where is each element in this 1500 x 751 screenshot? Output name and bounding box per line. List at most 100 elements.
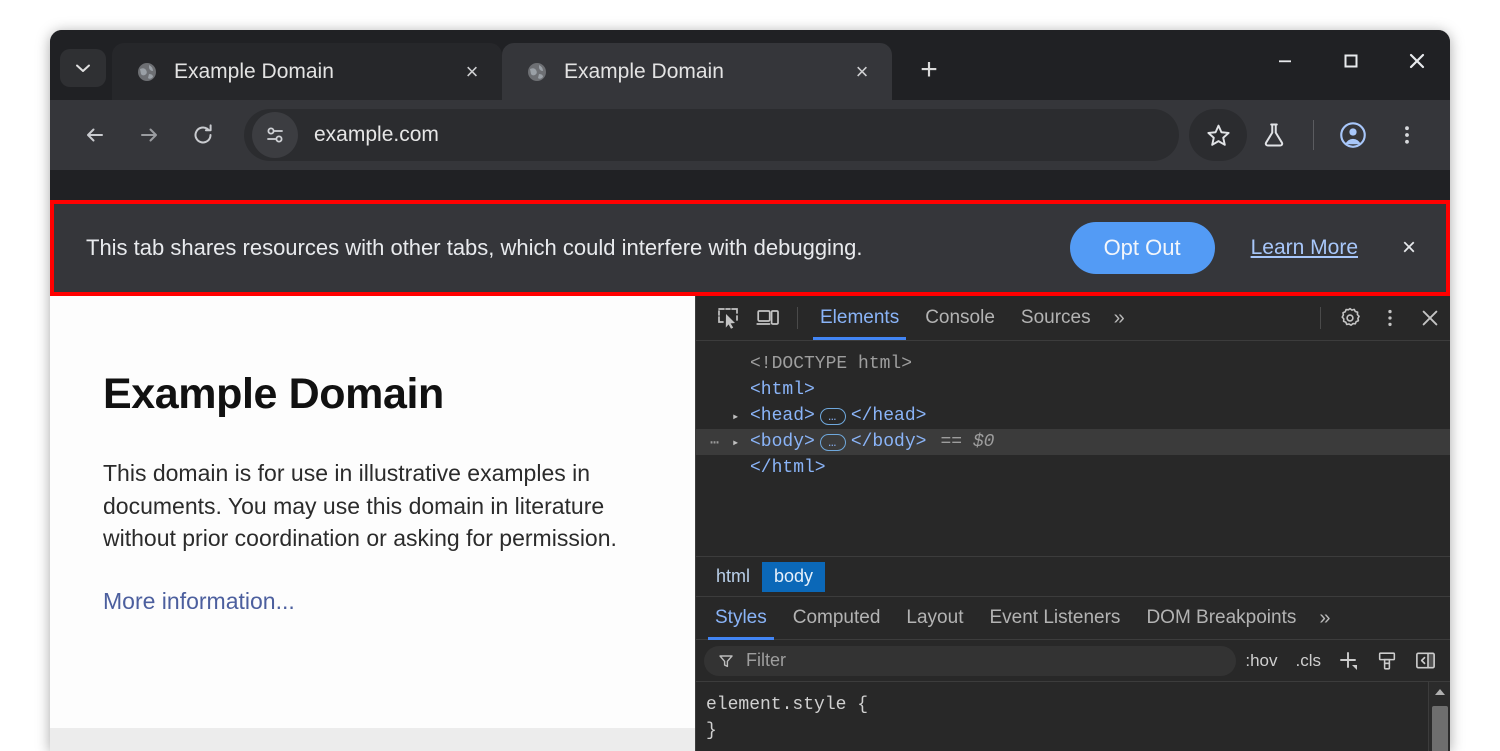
back-button[interactable]	[68, 108, 122, 162]
opt-out-button[interactable]: Opt Out	[1070, 222, 1215, 274]
device-toolbar-button[interactable]	[748, 300, 788, 336]
dom-node-close-tag: </body>	[851, 432, 927, 452]
maximize-icon	[1341, 51, 1361, 71]
dom-row[interactable]: <!DOCTYPE html>	[696, 351, 1450, 377]
hover-state-button[interactable]: :hov	[1236, 651, 1286, 671]
devtools-kebab-button[interactable]	[1370, 300, 1410, 336]
dom-row[interactable]: <html>	[696, 377, 1450, 403]
devtools-tab-console[interactable]: Console	[912, 296, 1008, 340]
new-style-rule-button[interactable]	[1330, 644, 1368, 678]
devtools-tab-sources[interactable]: Sources	[1008, 296, 1104, 340]
dom-node-open-tag: <head>	[750, 406, 815, 426]
minimize-button[interactable]	[1252, 30, 1318, 92]
row-gutter-menu[interactable]: ⋯	[710, 433, 732, 452]
browser-tab-1[interactable]: Example Domain ×	[112, 43, 502, 100]
infobar-message: This tab shares resources with other tab…	[86, 235, 1070, 261]
tab-close-button[interactable]: ×	[456, 56, 488, 88]
close-icon	[1406, 50, 1428, 72]
tab-close-button[interactable]: ×	[846, 56, 878, 88]
dom-row[interactable]: ▸ <head> … </head>	[696, 403, 1450, 429]
inspect-element-button[interactable]	[708, 300, 748, 336]
forward-button[interactable]	[122, 108, 176, 162]
style-rule-selector[interactable]: element.style {	[706, 692, 1450, 718]
reload-button[interactable]	[176, 108, 230, 162]
address-bar-url: example.com	[314, 123, 439, 147]
bookmark-button[interactable]	[1189, 109, 1247, 161]
devtools-more-panels-button[interactable]: »	[1104, 296, 1135, 340]
styles-pane[interactable]: element.style { }	[696, 682, 1450, 751]
chrome-menu-button[interactable]	[1380, 108, 1434, 162]
gear-icon	[1338, 306, 1362, 330]
element-classes-button[interactable]: .cls	[1287, 651, 1331, 671]
paintbrush-icon	[1376, 650, 1398, 672]
scroll-up-arrow-icon[interactable]	[1429, 682, 1450, 702]
learn-more-link[interactable]: Learn More	[1251, 236, 1358, 260]
tab-search-button[interactable]	[60, 49, 106, 87]
devtools-infobar: This tab shares resources with other tab…	[50, 200, 1450, 296]
row-expand-arrow[interactable]: ▸	[732, 435, 750, 450]
sidebar-more-tabs-button[interactable]: »	[1309, 596, 1340, 640]
browser-tab-2[interactable]: Example Domain ×	[502, 43, 892, 100]
arrow-left-icon	[82, 122, 108, 148]
sidebar-tab-label: Layout	[906, 607, 963, 629]
collapsed-children-badge[interactable]: …	[820, 408, 846, 425]
devtools-toolbar-divider	[797, 307, 798, 329]
dom-row-selected[interactable]: ⋯ ▸ <body> … </body> == $0	[696, 429, 1450, 455]
row-expand-arrow[interactable]: ▸	[732, 409, 750, 424]
sidebar-tab-event-listeners[interactable]: Event Listeners	[976, 596, 1133, 640]
styles-filter-input[interactable]: Filter	[704, 646, 1236, 676]
dom-node-text: </html>	[750, 458, 826, 478]
address-bar[interactable]: example.com	[244, 109, 1179, 161]
minimize-icon	[1275, 51, 1295, 71]
devtools-panel: Elements Console Sources »	[695, 296, 1450, 751]
dom-node-open-tag: <body>	[750, 432, 815, 452]
styles-sidebar-tabs: Styles Computed Layout Event Listeners D…	[696, 596, 1450, 640]
tab-strip: Example Domain × Example Domain × +	[50, 30, 1450, 100]
styles-filter-placeholder: Filter	[746, 650, 786, 671]
more-information-link[interactable]: More information...	[103, 588, 295, 614]
plus-icon	[1337, 649, 1361, 673]
site-settings-icon[interactable]	[252, 112, 298, 158]
styles-scrollbar[interactable]	[1428, 682, 1450, 751]
infobar-close-button[interactable]: ×	[1392, 231, 1426, 265]
sidebar-tab-label: Styles	[715, 607, 767, 629]
close-window-button[interactable]	[1384, 30, 1450, 92]
maximize-button[interactable]	[1318, 30, 1384, 92]
browser-window: Example Domain × Example Domain × +	[50, 30, 1450, 751]
star-icon	[1205, 122, 1232, 149]
labs-button[interactable]	[1247, 108, 1301, 162]
globe-icon	[134, 59, 160, 85]
breadcrumb: html body	[696, 556, 1450, 596]
sidebar-tab-layout[interactable]: Layout	[893, 596, 976, 640]
scrollbar-thumb[interactable]	[1432, 706, 1448, 751]
sidebar-tab-dom-breakpoints[interactable]: DOM Breakpoints	[1133, 596, 1309, 640]
copy-styles-button[interactable]	[1368, 644, 1406, 678]
dom-node-text: <!DOCTYPE html>	[750, 354, 912, 374]
collapsed-children-badge[interactable]: …	[820, 434, 846, 451]
devtools-tab-label: Sources	[1021, 307, 1091, 329]
page-paragraph: This domain is for use in illustrative e…	[103, 457, 648, 555]
sidebar-tab-styles[interactable]: Styles	[702, 596, 780, 640]
devtools-toolbar-divider-2	[1320, 307, 1321, 329]
inspect-cursor-icon	[716, 306, 740, 330]
devtools-settings-button[interactable]	[1330, 300, 1370, 336]
sidebar-tab-computed[interactable]: Computed	[780, 596, 894, 640]
close-icon	[1419, 307, 1441, 329]
dom-tree[interactable]: <!DOCTYPE html> <html> ▸ <head> … </head…	[696, 341, 1450, 556]
devtools-close-button[interactable]	[1410, 300, 1450, 336]
breadcrumb-item-html[interactable]: html	[704, 562, 762, 592]
styles-filter-row: Filter :hov .cls	[696, 640, 1450, 682]
dom-row[interactable]: </html>	[696, 455, 1450, 481]
devtools-toolbar: Elements Console Sources »	[696, 296, 1450, 341]
tune-icon	[263, 123, 287, 147]
page-heading: Example Domain	[103, 370, 642, 419]
profile-button[interactable]	[1326, 108, 1380, 162]
devtools-tab-elements[interactable]: Elements	[807, 296, 912, 340]
browser-toolbar: example.com	[50, 100, 1450, 170]
toggle-sidebar-button[interactable]	[1406, 644, 1444, 678]
window-controls	[1252, 30, 1450, 100]
tab-title: Example Domain	[174, 60, 456, 84]
new-tab-button[interactable]: +	[906, 49, 952, 91]
kebab-menu-icon	[1379, 307, 1401, 329]
breadcrumb-item-body[interactable]: body	[762, 562, 825, 592]
